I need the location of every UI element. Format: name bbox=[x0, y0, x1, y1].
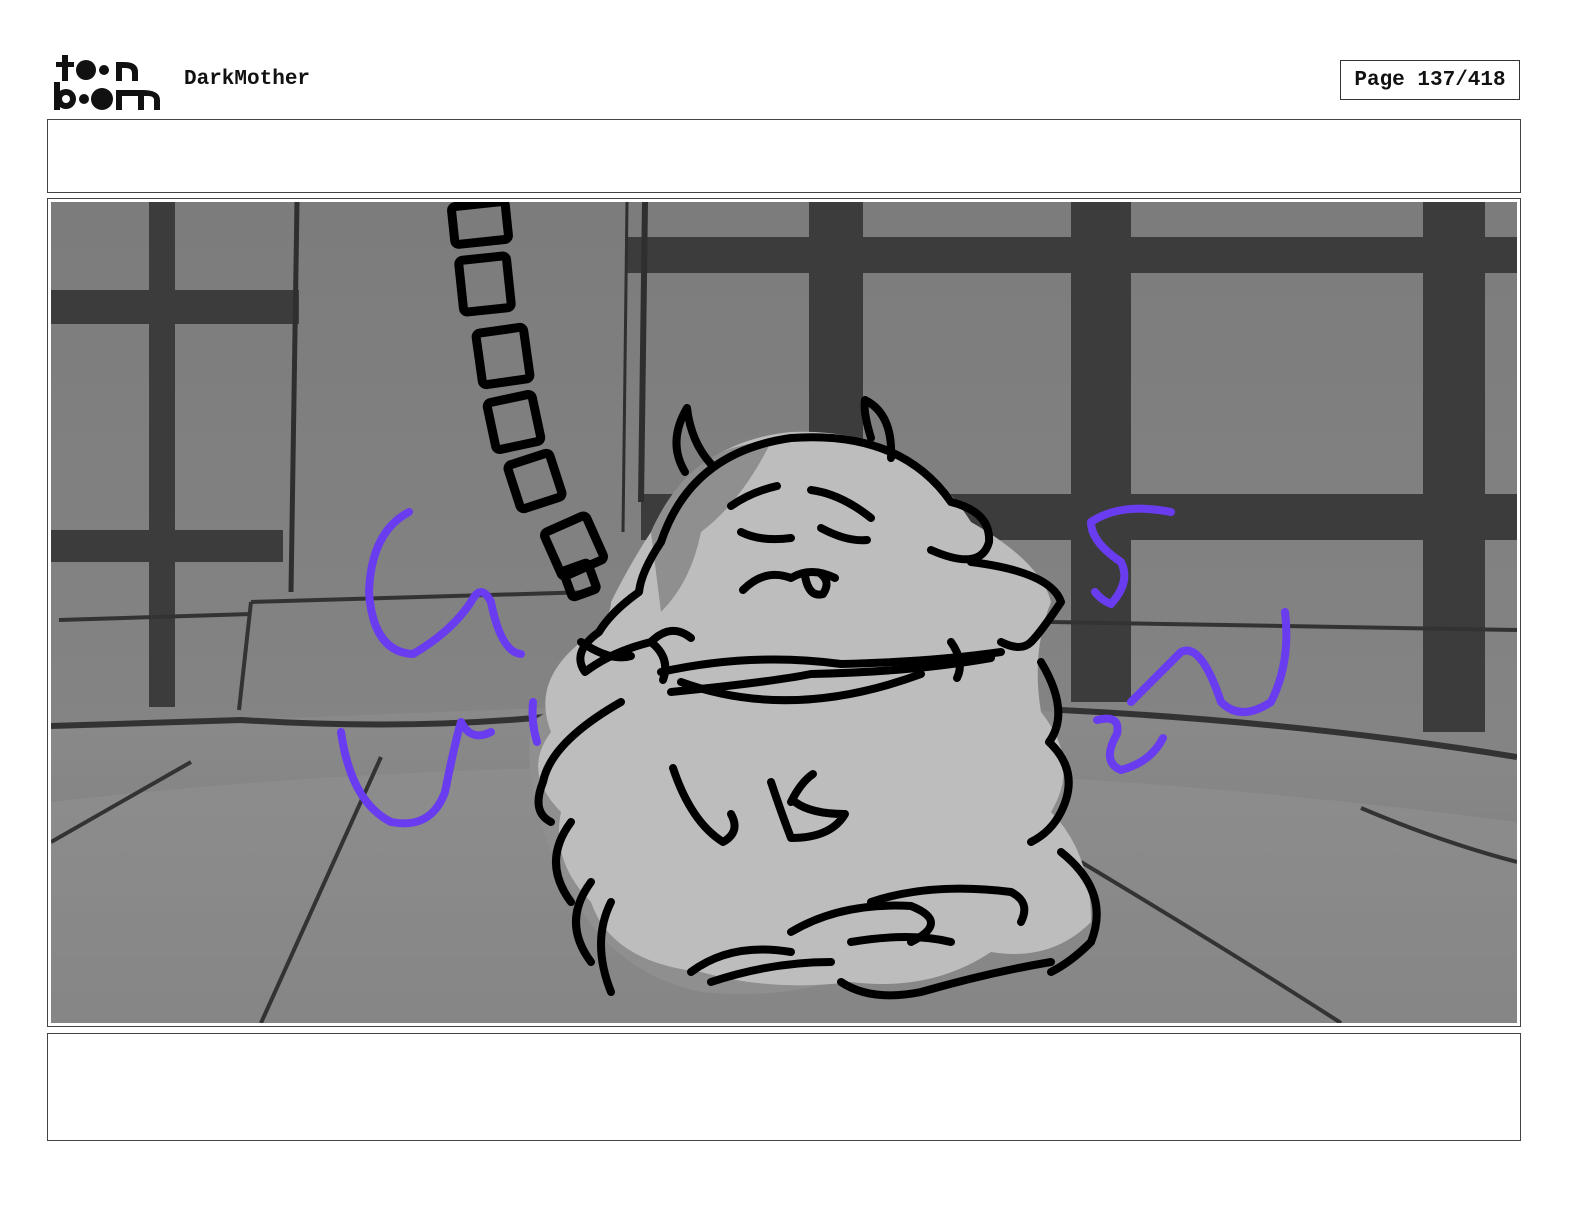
toon-boom-logo bbox=[54, 55, 160, 110]
dialogue-notes-box bbox=[47, 1033, 1521, 1141]
action-notes-box bbox=[47, 119, 1521, 193]
storyboard-panel-image bbox=[51, 202, 1517, 1023]
page-counter: Page 137/418 bbox=[1340, 60, 1520, 100]
project-title: DarkMother bbox=[184, 68, 311, 91]
